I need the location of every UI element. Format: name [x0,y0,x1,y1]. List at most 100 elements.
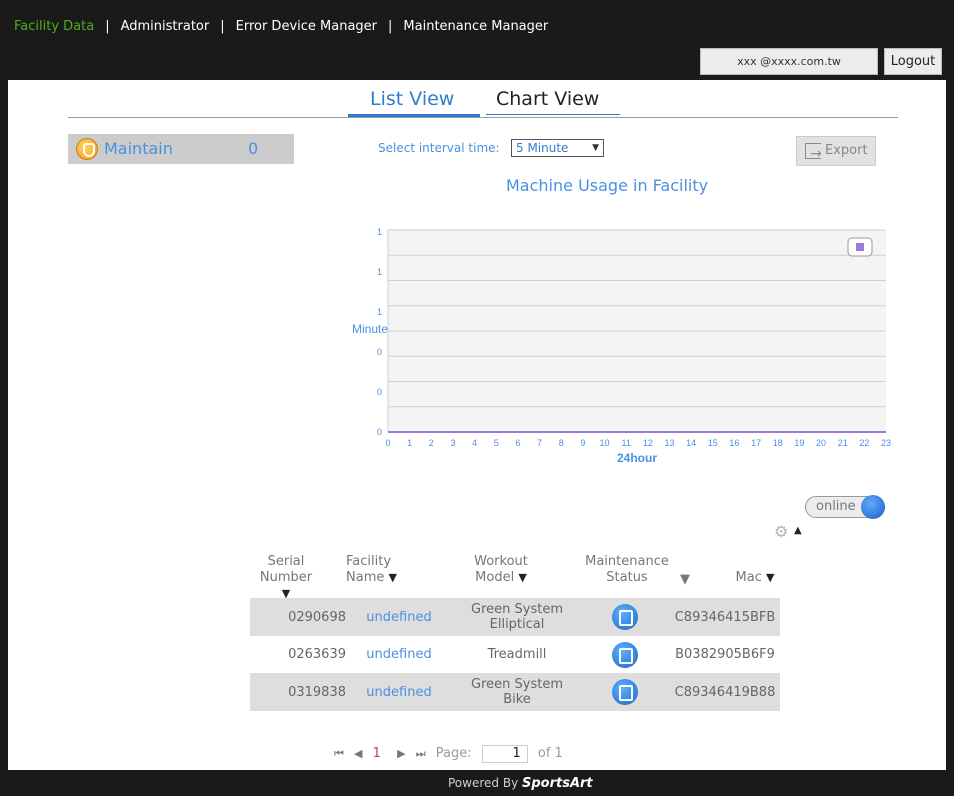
column-settings[interactable]: ⚙ ▲ [774,522,808,541]
interval-select[interactable]: 5 Minute ▼ [511,139,604,157]
tab-chart-underline [486,114,620,115]
next-page-icon[interactable]: ▶ [397,747,405,760]
x-tick-label: 6 [515,438,520,448]
model-cell: Treadmill [487,647,547,662]
device-table: Serial Number ▼ Facility Name ▼ Workout … [250,554,780,711]
export-button[interactable]: Export [796,136,876,168]
x-tick-label: 12 [643,438,653,448]
maintain-count: 0 [248,139,259,158]
x-tick-label: 22 [859,438,869,448]
header-mac[interactable]: Mac ▼ [720,570,790,586]
nav-error-device-manager[interactable]: Error Device Manager [236,19,377,34]
x-tick-label: 11 [622,438,631,448]
interval-label: Select interval time: [378,141,500,155]
header-maintenance-status[interactable]: Maintenance Status [584,554,670,586]
nav-separator: | [220,19,225,34]
status-cell [594,598,656,636]
table-row[interactable]: 0319838 undefined Green System Bike C893… [250,673,780,711]
x-tick-label: 18 [773,438,783,448]
main-nav: Facility Data | Administrator | Error Device… [14,19,548,34]
header-line: Facility [346,554,392,569]
maintain-summary[interactable]: Maintain 0 [68,134,294,164]
interval-selected-value: 5 Minute [516,141,569,155]
legend-swatch [856,243,864,251]
tab-list-view[interactable]: List View [370,88,454,110]
logout-button[interactable]: Logout [884,48,942,75]
footer: Powered By SportsArt [0,770,954,796]
first-page-icon[interactable]: ⏮ [334,747,344,760]
nav-facility-data[interactable]: Facility Data [14,19,94,34]
x-tick-label: 5 [494,438,499,448]
y-tick-label: 1 [377,267,382,277]
table-row[interactable]: 0290698 undefined Green System Elliptica… [250,598,780,636]
last-page-icon[interactable]: ⏭ [416,747,426,760]
pagination: ⏮ ◀ 1 ▶ ⏭ Page: 1 of 1 [334,745,563,763]
top-bar: Facility Data | Administrator | Error Device… [0,0,954,80]
table-header: Serial Number ▼ Facility Name ▼ Workout … [250,554,780,600]
current-page-link[interactable]: 1 [373,746,381,761]
tab-chart-view[interactable]: Chart View [496,88,599,110]
export-label: Export [825,143,868,158]
x-tick-label: 20 [816,438,826,448]
chevron-down-icon: ▼ [592,143,599,153]
nav-administrator[interactable]: Administrator [121,19,210,34]
serial-cell: 0319838 [288,684,346,700]
header-line: Serial [267,554,305,569]
header-serial-number[interactable]: Serial Number ▼ [256,554,316,602]
header-workout-model[interactable]: Workout Model ▼ [456,554,546,586]
status-cell [594,673,656,711]
prev-page-icon[interactable]: ◀ [354,747,362,760]
clipboard-check-icon[interactable] [612,604,638,630]
y-tick-label: 0 [377,387,382,397]
chart-title: Machine Usage in Facility [506,176,709,195]
y-tick-label: 0 [377,347,382,357]
toggle-knob [861,495,885,519]
header-line: Name [346,570,385,585]
x-tick-label: 9 [580,438,585,448]
powered-by-label: Powered By [448,776,519,790]
clipboard-check-icon[interactable] [612,679,638,705]
x-tick-label: 15 [708,438,718,448]
x-tick-label: 4 [472,438,477,448]
export-icon [805,140,822,168]
online-toggle-label: online [816,499,856,514]
facility-link[interactable]: undefined [354,598,444,636]
serial-cell: 0263639 [288,647,346,662]
header-line: Maintenance [585,554,669,569]
x-axis-title: 24hour [617,451,657,465]
header-line: Model [475,570,515,585]
nav-maintenance-manager[interactable]: Maintenance Manager [403,19,548,34]
x-tick-label: 7 [537,438,542,448]
x-tick-label: 17 [751,438,761,448]
model-cell: Green System Bike [471,677,563,707]
online-toggle[interactable]: online [805,495,885,519]
mac-cell: B0382905B6F9 [675,647,775,662]
sort-down-icon: ▼ [518,571,527,584]
mac-cell: C89346419B88 [674,684,776,700]
nav-separator: | [105,19,110,34]
x-tick-label: 8 [559,438,564,448]
y-tick-label: 1 [377,307,382,317]
account-email: xxx @xxxx.com.tw [700,48,878,75]
header-line: Mac [735,570,762,585]
header-facility-name[interactable]: Facility Name ▼ [346,554,416,586]
header-line: Number [259,570,313,585]
y-tick-label: 1 [377,227,382,237]
nav-separator: | [388,19,393,34]
facility-link[interactable]: undefined [354,636,444,673]
x-tick-label: 0 [385,438,390,448]
y-axis-title: Minute [352,322,388,336]
table-row[interactable]: 0263639 undefined Treadmill B0382905B6F9 [250,636,780,673]
x-tick-label: 10 [600,438,610,448]
facility-link[interactable]: undefined [354,673,444,711]
tab-active-indicator [348,114,480,117]
x-tick-label: 13 [664,438,674,448]
maintain-label: Maintain [104,139,173,158]
mac-cell: C89346415BFB [674,609,776,625]
sort-down-icon[interactable]: ▼ [680,572,690,588]
clipboard-check-icon[interactable] [612,641,638,668]
page-number-input[interactable]: 1 [481,745,528,763]
x-tick-label: 16 [729,438,739,448]
model-cell: Green System Elliptical [471,602,563,632]
header-line: Status [606,570,648,585]
